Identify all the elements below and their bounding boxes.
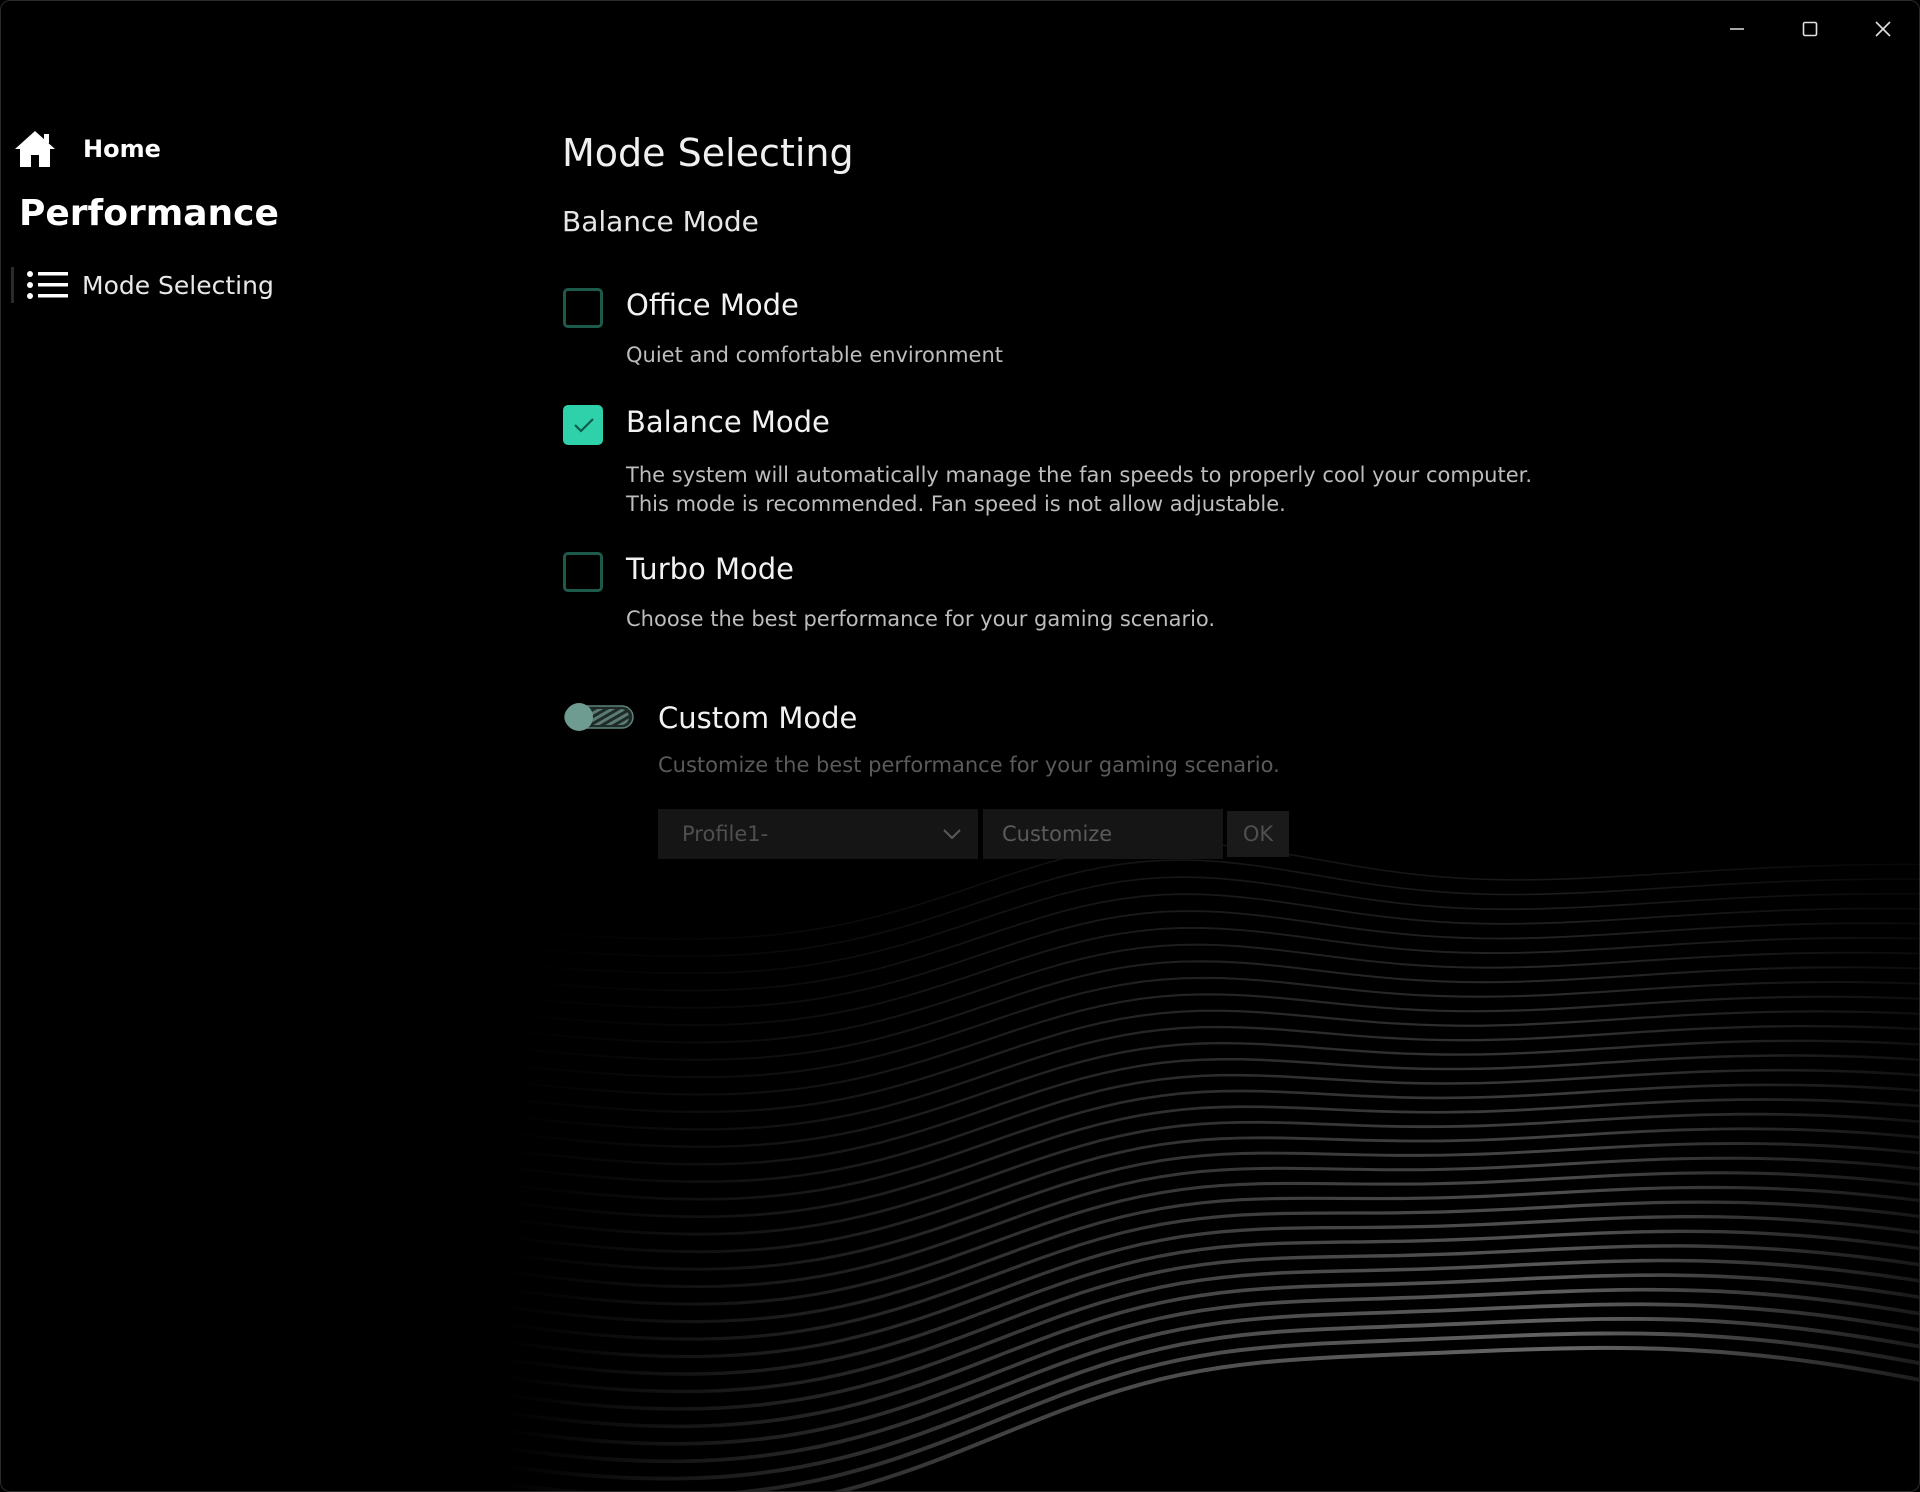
office-mode-description: Quiet and comfortable environment: [626, 343, 1004, 367]
app-window: Home Performance Mode Selecting Mode Sel…: [0, 0, 1920, 1492]
wave-line: [500, 876, 1919, 975]
sidebar-item-label: Mode Selecting: [82, 270, 274, 300]
wave-line: [500, 1287, 1919, 1446]
maximize-icon: [1802, 21, 1818, 37]
checkmark-icon: [574, 418, 594, 433]
wave-line: [500, 1185, 1919, 1324]
close-button[interactable]: [1853, 9, 1913, 49]
ok-button[interactable]: OK: [1227, 811, 1289, 857]
custom-mode-toggle[interactable]: [563, 701, 635, 733]
minimize-button[interactable]: [1707, 9, 1767, 49]
wave-line: [500, 1156, 1919, 1289]
wave-line: [500, 1302, 1919, 1464]
office-mode-title: Office Mode: [626, 288, 799, 322]
minimize-icon: [1730, 28, 1744, 30]
wave-background: [500, 842, 1919, 1491]
chevron-down-icon: [943, 829, 961, 840]
wave-line: [500, 1200, 1919, 1341]
wave-line: [500, 910, 1919, 1009]
close-icon: [1875, 21, 1891, 37]
wave-line: [833, 1345, 1919, 1491]
sidebar-item-mode-selecting[interactable]: Mode Selecting: [11, 265, 274, 305]
current-mode-label: Balance Mode: [562, 205, 759, 238]
selected-indicator: [11, 267, 14, 303]
wave-line: [500, 1171, 1919, 1306]
profile-dropdown-value: Profile1-: [682, 822, 769, 846]
customize-input[interactable]: [983, 809, 1223, 859]
custom-mode-title: Custom Mode: [658, 701, 858, 735]
maximize-button[interactable]: [1780, 9, 1840, 49]
balance-mode-description-line1: The system will automatically manage the…: [626, 463, 1532, 487]
home-label: Home: [83, 135, 161, 163]
sidebar-section-title: Performance: [19, 193, 279, 234]
turbo-mode-description: Choose the best performance for your gam…: [626, 607, 1216, 631]
home-nav-button[interactable]: Home: [13, 127, 161, 171]
wave-line: [500, 1009, 1919, 1114]
custom-mode-description: Customize the best performance for your …: [658, 753, 1280, 777]
turbo-mode-checkbox[interactable]: [563, 552, 603, 592]
page-title: Mode Selecting: [562, 131, 854, 175]
wave-line: [500, 1316, 1919, 1481]
balance-mode-title: Balance Mode: [626, 405, 830, 439]
list-icon: [27, 271, 68, 299]
turbo-mode-title: Turbo Mode: [626, 552, 794, 586]
balance-mode-checkbox[interactable]: [563, 405, 603, 445]
profile-dropdown[interactable]: Profile1-: [658, 809, 978, 859]
balance-mode-description-line2: This mode is recommended. Fan speed is n…: [626, 492, 1286, 516]
home-icon: [15, 131, 55, 167]
office-mode-checkbox[interactable]: [563, 288, 603, 328]
